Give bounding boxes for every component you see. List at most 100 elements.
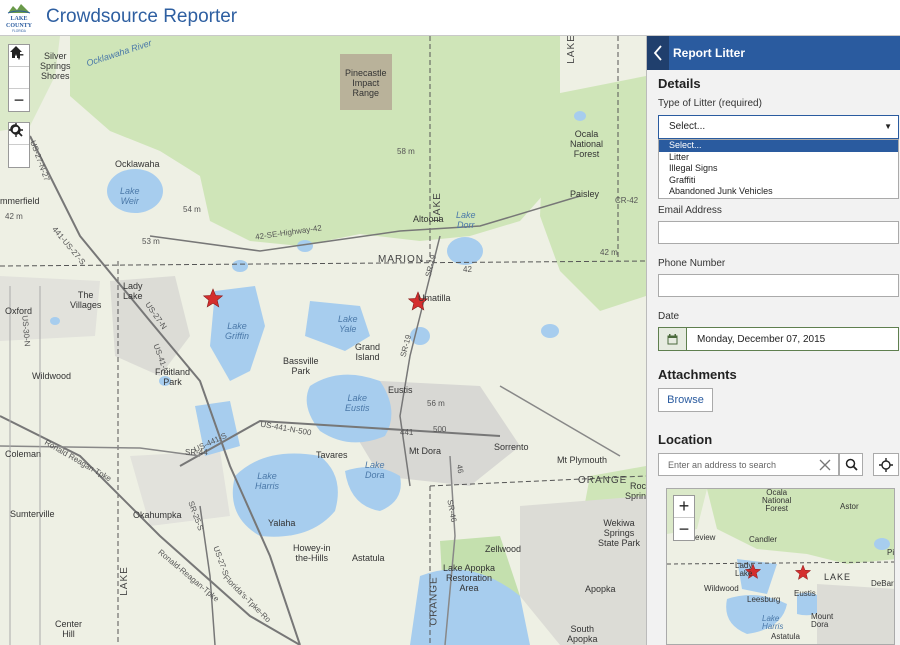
minimap-label: Pi: [887, 548, 895, 557]
map-label: Eustis: [388, 385, 413, 395]
map-label: Lake Griffin: [225, 321, 250, 341]
minimap-label: Leesburg: [747, 595, 781, 604]
map-label: Sorrento: [494, 442, 529, 452]
minimap-label: Candler: [749, 535, 778, 544]
map-label: SR-44: [185, 448, 208, 457]
email-label: Email Address: [658, 205, 722, 216]
minimap-zoom-out-button[interactable]: −: [674, 518, 694, 540]
map-nav-controls: + −: [8, 44, 30, 112]
map-label: Coleman: [5, 449, 42, 459]
locate-icon: [879, 457, 893, 472]
address-search-input[interactable]: Enter an address to search: [658, 453, 839, 476]
map-label: Bassville Park: [283, 356, 319, 376]
map-label: LAKE: [118, 566, 130, 596]
map-label: Lake Dorr: [456, 210, 476, 230]
svg-text:LAKE: LAKE: [10, 16, 27, 22]
map-label: Paisley: [570, 189, 600, 199]
option-illegal-signs[interactable]: Illegal Signs: [659, 163, 898, 175]
map-label: Lake Apopka Restoration Area: [443, 563, 496, 593]
map-label: LAKE: [565, 36, 577, 64]
map-label: The Villages: [70, 290, 102, 310]
address-search-button[interactable]: [839, 453, 863, 476]
map-label: Zellwood: [485, 544, 522, 554]
map-label: Umatilla: [418, 293, 451, 303]
minimap-label: Astatula: [771, 632, 800, 641]
map-label: Wildwood: [32, 371, 72, 381]
map-label: Silver Springs Shores: [40, 51, 71, 81]
map-label: Tavares: [316, 450, 348, 460]
map-label: 441: [400, 428, 414, 437]
option-abandoned-junk-vehicles[interactable]: Abandoned Junk Vehicles: [659, 186, 898, 198]
type-of-litter-options: Select... Litter Illegal Signs Graffiti …: [658, 139, 899, 199]
calendar-button[interactable]: [659, 328, 687, 350]
clear-search-button[interactable]: [815, 455, 835, 475]
minimap-label: Mount Dora: [811, 612, 834, 629]
date-value: Monday, December 07, 2015: [697, 334, 826, 345]
minimap-label: Eustis: [794, 589, 816, 598]
home-button[interactable]: [9, 46, 29, 89]
minimap-zoom-in-button[interactable]: +: [674, 496, 694, 518]
browse-button[interactable]: Browse: [658, 388, 713, 412]
map-label: Lake Harris: [255, 471, 279, 491]
select-value: Select...: [669, 121, 706, 132]
map-label: Lake Dora: [365, 460, 385, 480]
phone-field[interactable]: [658, 274, 899, 297]
map-label: ORANGE: [578, 475, 628, 486]
map-label: South Apopka: [567, 624, 598, 644]
map-label: Lake Weir: [120, 186, 140, 206]
map-label: Mt Plymouth: [557, 455, 608, 465]
minimap-label: Astor: [840, 502, 859, 511]
map-label: 54 m: [183, 205, 201, 214]
calendar-icon: [667, 333, 678, 344]
map-label: mmerfield: [0, 196, 40, 206]
app-title: Crowdsource Reporter: [46, 6, 238, 27]
map-label: Lake Yale: [338, 314, 358, 334]
date-picker[interactable]: Monday, December 07, 2015: [658, 327, 899, 351]
minimap-label: Ocala National Forest: [762, 488, 792, 513]
locate-me-button[interactable]: [873, 453, 899, 476]
map-label: Mt Dora: [409, 446, 442, 456]
report-panel: Report Litter Details Type of Litter (re…: [646, 36, 900, 645]
map-label: Astatula: [352, 553, 385, 563]
map-label: RockSprings: [625, 481, 646, 501]
option-litter[interactable]: Litter: [659, 152, 898, 164]
map-label: Yalaha: [268, 518, 296, 528]
chevron-left-icon: [653, 45, 662, 61]
map-label: LAKE: [431, 192, 443, 222]
option-graffiti[interactable]: Graffiti: [659, 175, 898, 187]
map-label: 53 m: [142, 237, 160, 246]
minimap-label: Lady Lake: [735, 561, 753, 578]
map-label: Ocklawaha: [115, 159, 160, 169]
details-heading: Details: [658, 76, 701, 91]
report-star-marker: [794, 564, 812, 580]
phone-label: Phone Number: [658, 258, 726, 269]
map-label: MARION: [378, 254, 424, 265]
map-search-button[interactable]: [9, 124, 29, 167]
location-minimap[interactable]: Ocala National Forest Astor Candler eview …: [666, 488, 895, 645]
map-label: Pinecastle Impact Range: [345, 68, 387, 98]
date-label: Date: [658, 311, 680, 322]
minimap-label: LAKE: [824, 572, 852, 582]
close-icon: [819, 459, 831, 471]
map-label: Wekiwa Springs State Park: [598, 518, 641, 548]
panel-header: Report Litter: [647, 36, 900, 70]
attachments-heading: Attachments: [658, 367, 737, 382]
home-icon: [10, 46, 22, 58]
map-label: 42 m: [5, 212, 23, 221]
map-label: CR-42: [615, 196, 639, 205]
map-label: Howey-in the-Hills: [293, 543, 331, 563]
type-of-litter-select[interactable]: Select... ▼: [658, 115, 899, 139]
map-label: 46: [454, 463, 466, 475]
main-map[interactable]: Silver Springs Shores Pinecastle Impact Rang…: [0, 36, 646, 645]
location-heading: Location: [658, 432, 713, 447]
map-tool-controls: [8, 122, 30, 168]
back-button[interactable]: [647, 36, 669, 70]
zoom-out-button[interactable]: −: [9, 89, 29, 111]
minimap-label: DeBar: [871, 579, 894, 588]
minimap-label: Wildwood: [704, 584, 739, 593]
lake-county-logo: LAKE COUNTY FLORIDA: [6, 4, 33, 33]
email-field[interactable]: [658, 221, 899, 244]
map-label: 56 m: [427, 399, 445, 408]
option-select[interactable]: Select...: [659, 140, 898, 152]
search-icon: [10, 124, 23, 137]
